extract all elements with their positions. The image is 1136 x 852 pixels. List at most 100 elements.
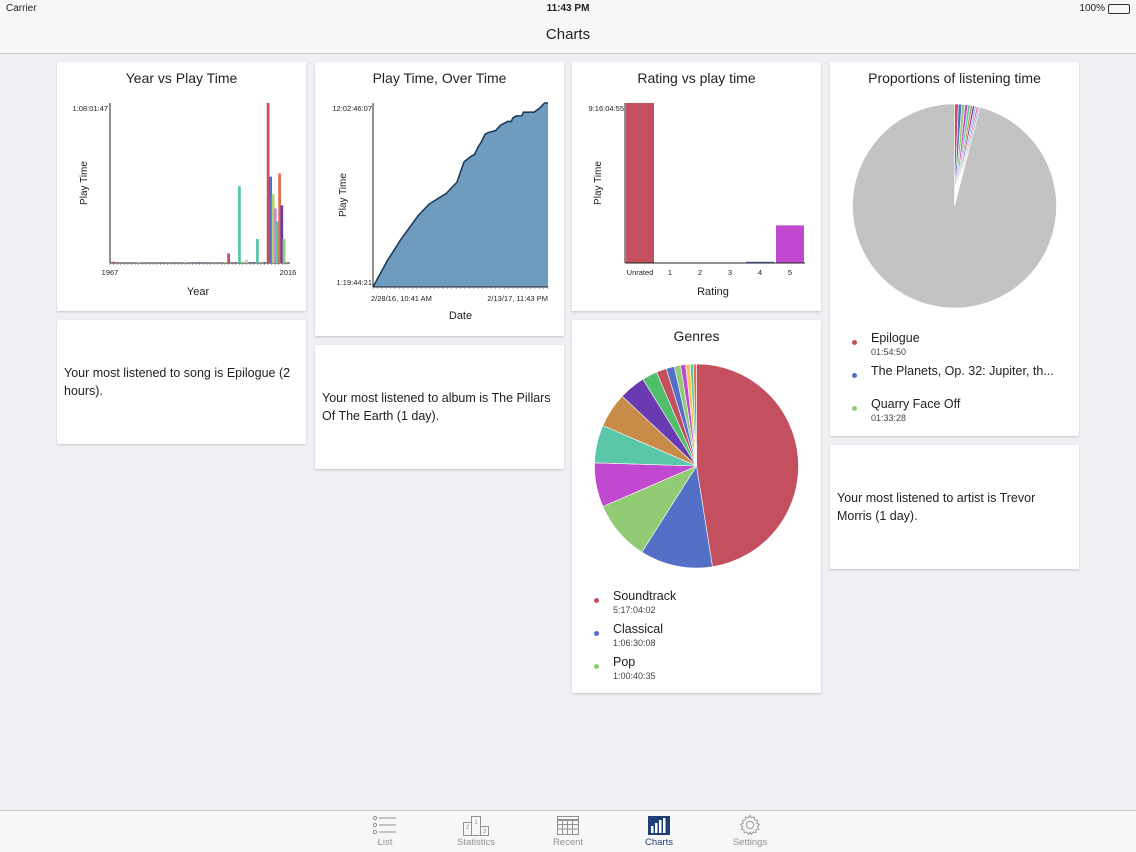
bar xyxy=(259,261,263,263)
x-axis-label: Year xyxy=(187,286,210,298)
top-artist-text: Your most listened to artist is Trevor M… xyxy=(837,491,1036,523)
bar xyxy=(248,262,252,263)
podium-icon: 1 2 3 xyxy=(463,816,489,836)
legend-value: 1:00:40:35 xyxy=(613,671,656,681)
x-tick-label: 2016 xyxy=(280,268,297,277)
calendar-grid-icon xyxy=(557,816,579,835)
bar xyxy=(166,262,169,263)
bar xyxy=(123,262,126,263)
bar xyxy=(227,253,231,263)
bar xyxy=(626,103,654,263)
legend-item: The Planets, Op. 32: Jupiter, th... xyxy=(830,361,1079,394)
svg-text:3: 3 xyxy=(483,829,487,835)
top-artist-card: Your most listened to artist is Trevor M… xyxy=(830,445,1079,569)
legend-color-dot xyxy=(852,406,857,411)
x-tick-label: 1 xyxy=(668,268,672,277)
bar xyxy=(245,259,248,263)
navigation-bar: Charts xyxy=(0,18,1136,54)
svg-text:1: 1 xyxy=(474,820,478,826)
battery-icon xyxy=(1108,3,1130,14)
area-fill xyxy=(373,103,548,287)
legend-label: Classical xyxy=(613,622,664,636)
playtime-over-time-chart: 12:02:46:07 1:19:44:21 2/28/16, 10:41 AM 2/… xyxy=(332,102,549,322)
tab-recent[interactable]: Recent xyxy=(538,814,598,848)
tab-bar: List 1 2 3 Statistics Recent Charts Sett… xyxy=(0,810,1136,852)
genres-legend: Soundtrack 5:17:04:02 Classical 1:06:30:08 P… xyxy=(572,586,821,685)
svg-text:2: 2 xyxy=(466,825,470,831)
legend-value: 01:33:28 xyxy=(871,413,907,423)
tab-statistics[interactable]: 1 2 3 Statistics xyxy=(446,814,506,848)
genres-pie-chart xyxy=(594,363,799,569)
legend-value: 5:17:04:02 xyxy=(613,605,656,615)
x-axis-label: Date xyxy=(449,310,472,322)
list-icon xyxy=(372,815,396,835)
bar xyxy=(282,239,286,263)
battery-percent: 100% xyxy=(1079,3,1105,14)
bar xyxy=(266,103,270,263)
y-tick-label: 12:02:46:07 xyxy=(332,104,372,113)
bar xyxy=(184,262,187,263)
y-tick-label: 1:19:44:21 xyxy=(337,278,372,287)
x-tick-label: 5 xyxy=(788,268,792,277)
x-tick-label: 2/13/17, 11:43 PM xyxy=(487,294,548,303)
year-vs-playtime-card: Year vs Play Time 1:08:01:47 1967 2016 Year… xyxy=(57,62,306,311)
legend-color-dot xyxy=(594,598,599,603)
status-time: 11:43 PM xyxy=(546,3,590,14)
x-tick-label: 2/28/16, 10:41 AM xyxy=(371,294,432,303)
tab-settings[interactable]: Settings xyxy=(720,814,780,848)
legend-item: Pop 1:00:40:35 xyxy=(572,652,821,685)
genres-card: Genres Soundtrack 5:17:04:02 Classical 1:06… xyxy=(572,320,821,693)
legend-label: Soundtrack xyxy=(613,589,677,603)
bar xyxy=(252,261,256,263)
bar xyxy=(234,262,238,263)
x-axis-label: Rating xyxy=(697,286,729,298)
bar xyxy=(238,186,241,263)
legend-color-dot xyxy=(852,373,857,378)
bar-chart-icon xyxy=(648,816,670,835)
top-song-card: Your most listened to song is Epilogue (… xyxy=(57,320,306,444)
bar xyxy=(151,262,155,263)
rating-vs-playtime-card: Rating vs play time Unrated 1 2 3 4 5 9:16:04:… xyxy=(572,62,821,311)
pie-slice xyxy=(696,363,799,568)
bar xyxy=(269,176,273,263)
legend-color-dot xyxy=(594,664,599,669)
x-tick-label: 4 xyxy=(758,268,762,277)
legend-item: Epilogue 01:54:50 xyxy=(830,328,1079,361)
legend-label: The Planets, Op. 32: Jupiter, th... xyxy=(871,364,1054,378)
bar xyxy=(263,262,266,263)
bar xyxy=(212,262,216,263)
legend-color-dot xyxy=(852,340,857,345)
bar xyxy=(198,262,202,263)
x-tick-label: Unrated xyxy=(627,268,654,277)
legend-value: 1:06:30:08 xyxy=(613,638,656,648)
tab-label: Charts xyxy=(645,837,673,848)
y-tick-label: 1:08:01:47 xyxy=(73,104,108,113)
tab-list[interactable]: List xyxy=(355,814,415,848)
tab-label: Statistics xyxy=(456,837,495,848)
bar xyxy=(241,261,245,263)
y-axis-label: Play Time xyxy=(593,161,604,205)
bar xyxy=(255,239,259,263)
playtime-over-time-card: Play Time, Over Time 12:02:46:07 1:19:44:… xyxy=(315,62,564,336)
tab-charts[interactable]: Charts xyxy=(629,814,689,848)
status-bar: Carrier 11:43 PM 100% xyxy=(0,0,1136,18)
bar xyxy=(112,261,116,263)
x-tick-label: 1967 xyxy=(102,268,119,277)
year-vs-playtime-chart: 1:08:01:47 1967 2016 Year Play Time xyxy=(73,103,297,298)
top-album-text: Your most listened to album is The Pilla… xyxy=(322,391,551,423)
legend-color-dot xyxy=(594,631,599,636)
y-axis-label: Play Time xyxy=(79,161,90,205)
legend-item: Soundtrack 5:17:04:02 xyxy=(572,586,821,619)
page-title: Charts xyxy=(545,26,591,43)
bar xyxy=(776,225,804,263)
proportions-pie-chart xyxy=(852,103,1057,309)
pie-slice xyxy=(852,103,1057,309)
y-tick-label: 9:16:04:55 xyxy=(589,104,624,113)
legend-label: Epilogue xyxy=(871,331,920,345)
gear-icon xyxy=(739,814,761,836)
legend-item: Classical 1:06:30:08 xyxy=(572,619,821,652)
tab-label: List xyxy=(377,837,393,848)
top-album-card: Your most listened to album is The Pilla… xyxy=(315,345,564,469)
tab-label: Settings xyxy=(732,837,768,848)
rating-vs-playtime-chart: Unrated 1 2 3 4 5 9:16:04:55 Rating Play Time xyxy=(589,103,805,298)
